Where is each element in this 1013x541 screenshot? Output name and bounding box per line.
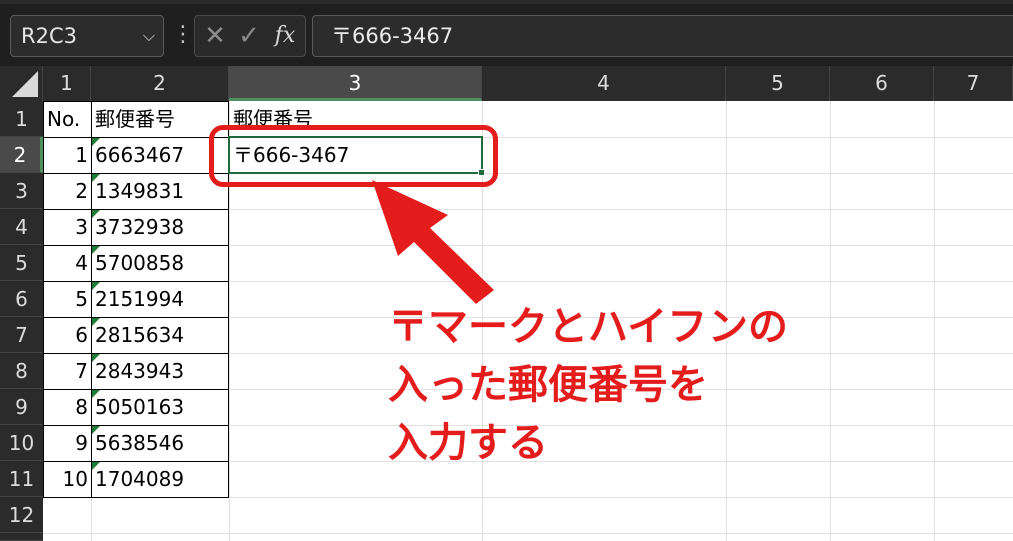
cell-no[interactable]: 5: [43, 281, 91, 317]
cell-zip[interactable]: 5638546: [91, 425, 229, 461]
gridline: [934, 101, 935, 541]
cell-zip[interactable]: 1349831: [91, 173, 229, 209]
annotation-line-3: 入力する: [388, 420, 548, 466]
error-indicator-icon: [92, 174, 100, 182]
error-indicator-icon: [92, 426, 100, 434]
cell-no[interactable]: 6: [43, 317, 91, 353]
error-indicator-icon: [92, 462, 100, 470]
cell-header-zip[interactable]: 郵便番号: [91, 101, 229, 137]
formula-input[interactable]: 〒666-3467: [312, 15, 1013, 57]
cell-header-no[interactable]: No.: [43, 101, 91, 137]
row-header-5[interactable]: 5: [0, 245, 43, 281]
row-header-12[interactable]: 12: [0, 497, 43, 533]
arrow-icon: [372, 180, 494, 304]
cell-zip[interactable]: 5050163: [91, 389, 229, 425]
row-header-3[interactable]: 3: [0, 173, 43, 209]
column-header-4[interactable]: 4: [482, 66, 726, 101]
annotation-line-2: 入った郵便番号を: [388, 362, 708, 408]
formula-bar: R2C3 ⌵ ⋮ ✕ ✓ fx 〒666-3467: [0, 0, 1013, 66]
error-indicator-icon: [92, 390, 100, 398]
name-box[interactable]: R2C3 ⌵: [10, 15, 164, 57]
row-header-9[interactable]: 9: [0, 389, 43, 425]
annotation-text: 〒マークとハイフンの 入った郵便番号を 入力する: [388, 298, 858, 472]
annotation-line-1: 〒マークとハイフンの: [388, 304, 788, 350]
error-indicator-icon: [92, 138, 100, 146]
cell-zip[interactable]: 1704089: [91, 461, 229, 497]
cell-zip[interactable]: 5700858: [91, 245, 229, 281]
error-indicator-icon: [92, 318, 100, 326]
row-header-7[interactable]: 7: [0, 317, 43, 353]
column-header-6[interactable]: 6: [830, 66, 934, 101]
cell-zip[interactable]: 2815634: [91, 317, 229, 353]
cell-no[interactable]: 4: [43, 245, 91, 281]
cell-zip[interactable]: 3732938: [91, 209, 229, 245]
row-header-11[interactable]: 11: [0, 461, 43, 497]
name-box-value: R2C3: [21, 24, 77, 48]
row-header-2[interactable]: 2: [0, 137, 43, 173]
cell-no[interactable]: 2: [43, 173, 91, 209]
row-header-10[interactable]: 10: [0, 425, 43, 461]
cell-no[interactable]: 3: [43, 209, 91, 245]
error-indicator-icon: [92, 246, 100, 254]
row-header-13-partial: [0, 533, 43, 541]
row-header-4[interactable]: 4: [0, 209, 43, 245]
row-header-1[interactable]: 1: [0, 101, 43, 137]
cell-zip[interactable]: 2843943: [91, 353, 229, 389]
cell-no[interactable]: 8: [43, 389, 91, 425]
column-header-1[interactable]: 1: [43, 66, 91, 101]
error-indicator-icon: [92, 282, 100, 290]
select-all-triangle-icon: [12, 71, 38, 97]
gridline: [43, 533, 1013, 534]
more-options-icon[interactable]: ⋮: [172, 20, 194, 50]
column-header-7[interactable]: 7: [934, 66, 1013, 101]
cell-zip[interactable]: 2151994: [91, 281, 229, 317]
cell-no[interactable]: 10: [43, 461, 91, 497]
cell-no[interactable]: 1: [43, 137, 91, 173]
cell-no[interactable]: 9: [43, 425, 91, 461]
title-strip: [0, 0, 1013, 4]
formula-buttons: ✕ ✓ fx: [194, 15, 306, 57]
row-header-8[interactable]: 8: [0, 353, 43, 389]
cell-no[interactable]: 7: [43, 353, 91, 389]
column-header-2[interactable]: 2: [91, 66, 229, 101]
error-indicator-icon: [92, 354, 100, 362]
column-header-3[interactable]: 3: [229, 66, 482, 101]
error-indicator-icon: [92, 210, 100, 218]
column-header-5[interactable]: 5: [726, 66, 830, 101]
cancel-icon[interactable]: ✕: [199, 16, 231, 56]
insert-function-icon[interactable]: fx: [267, 16, 303, 56]
row-header-6[interactable]: 6: [0, 281, 43, 317]
chevron-down-icon[interactable]: ⌵: [143, 16, 155, 56]
enter-check-icon[interactable]: ✓: [233, 16, 265, 56]
select-all-button[interactable]: [0, 66, 43, 101]
